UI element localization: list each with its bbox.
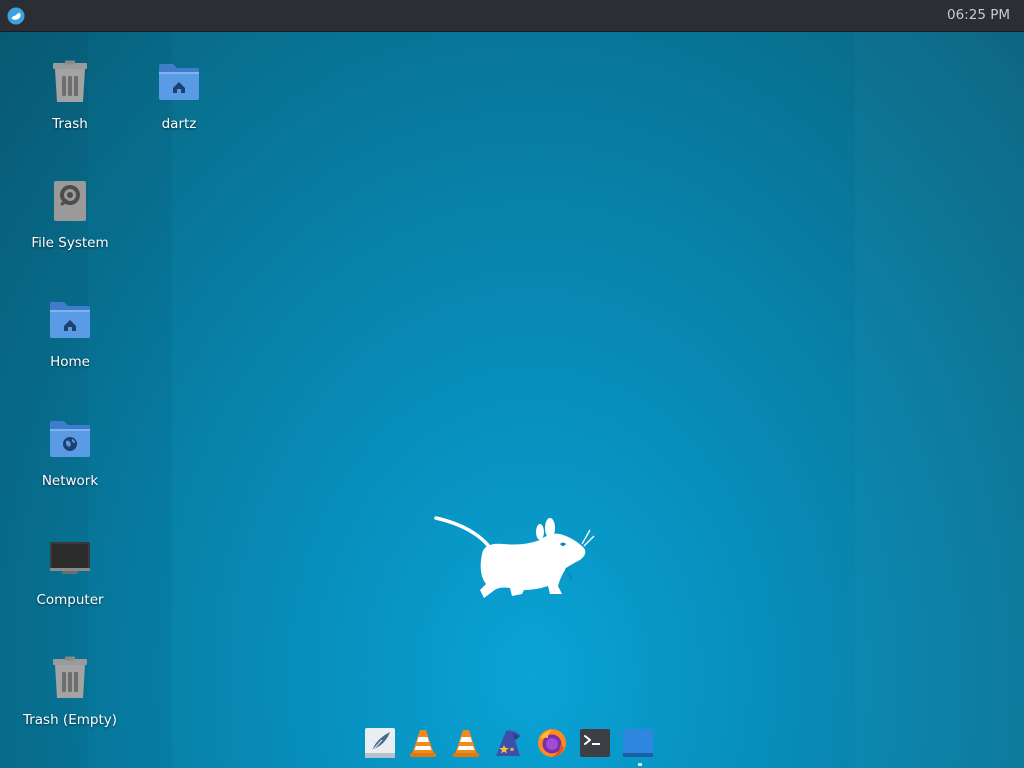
desktop-icon-home[interactable]: Home	[15, 296, 125, 370]
desktop-icon-label: Computer	[36, 592, 104, 608]
clock[interactable]: 06:25 PM	[947, 7, 1010, 23]
window-icon	[623, 729, 653, 757]
dock-item-app-wizard[interactable]	[491, 725, 527, 761]
trash-icon	[53, 656, 87, 698]
drive-icon	[54, 181, 86, 221]
top-panel: 06:25 PM	[0, 0, 1024, 32]
applications-menu-button[interactable]	[6, 6, 26, 26]
dock-item-firefox[interactable]	[534, 725, 570, 761]
computer-monitor-icon	[50, 542, 90, 574]
home-folder-icon	[159, 64, 199, 100]
home-folder-icon	[50, 302, 90, 338]
desktop-icon-label: File System	[31, 235, 109, 251]
desktop-icon-label: Network	[41, 473, 99, 489]
traffic-cone-icon	[453, 730, 479, 757]
desktop-icon-file-system[interactable]: File System	[15, 177, 125, 251]
dock-item-window[interactable]	[620, 725, 656, 761]
desktop-icon-label: Home	[50, 354, 90, 370]
firefox-icon	[538, 729, 566, 757]
dock-item-vlc[interactable]	[448, 725, 484, 761]
desktop-icon-computer[interactable]: Computer	[15, 534, 125, 608]
desktop-icon-network[interactable]: Network	[15, 415, 125, 489]
desktop-icon-label: Trash	[52, 116, 88, 132]
xfce-mouse-logo	[434, 516, 595, 598]
feather-quill-icon	[365, 728, 395, 758]
terminal-icon	[580, 729, 610, 757]
network-folder-icon	[50, 421, 90, 457]
desktop-icon-label: Trash (Empty)	[22, 712, 118, 728]
dock-item-text-editor[interactable]	[362, 725, 398, 761]
dock-item-vlc[interactable]	[405, 725, 441, 761]
dock	[362, 724, 662, 762]
desktop-icon-label: dartz	[161, 116, 197, 132]
wizard-hat-icon	[496, 730, 521, 756]
desktop-icon-dartz[interactable]: dartz	[124, 58, 234, 132]
desktop-icon-trash[interactable]: Trash	[15, 58, 125, 132]
dock-running-indicator	[638, 763, 642, 766]
desktop-shade-band	[855, 32, 1024, 768]
trash-icon	[53, 60, 87, 102]
dock-item-terminal[interactable]	[577, 725, 613, 761]
traffic-cone-icon	[410, 730, 436, 757]
desktop-icon-trash-empty[interactable]: Trash (Empty)	[15, 654, 125, 728]
xfce-whisker-menu-icon	[7, 7, 25, 25]
